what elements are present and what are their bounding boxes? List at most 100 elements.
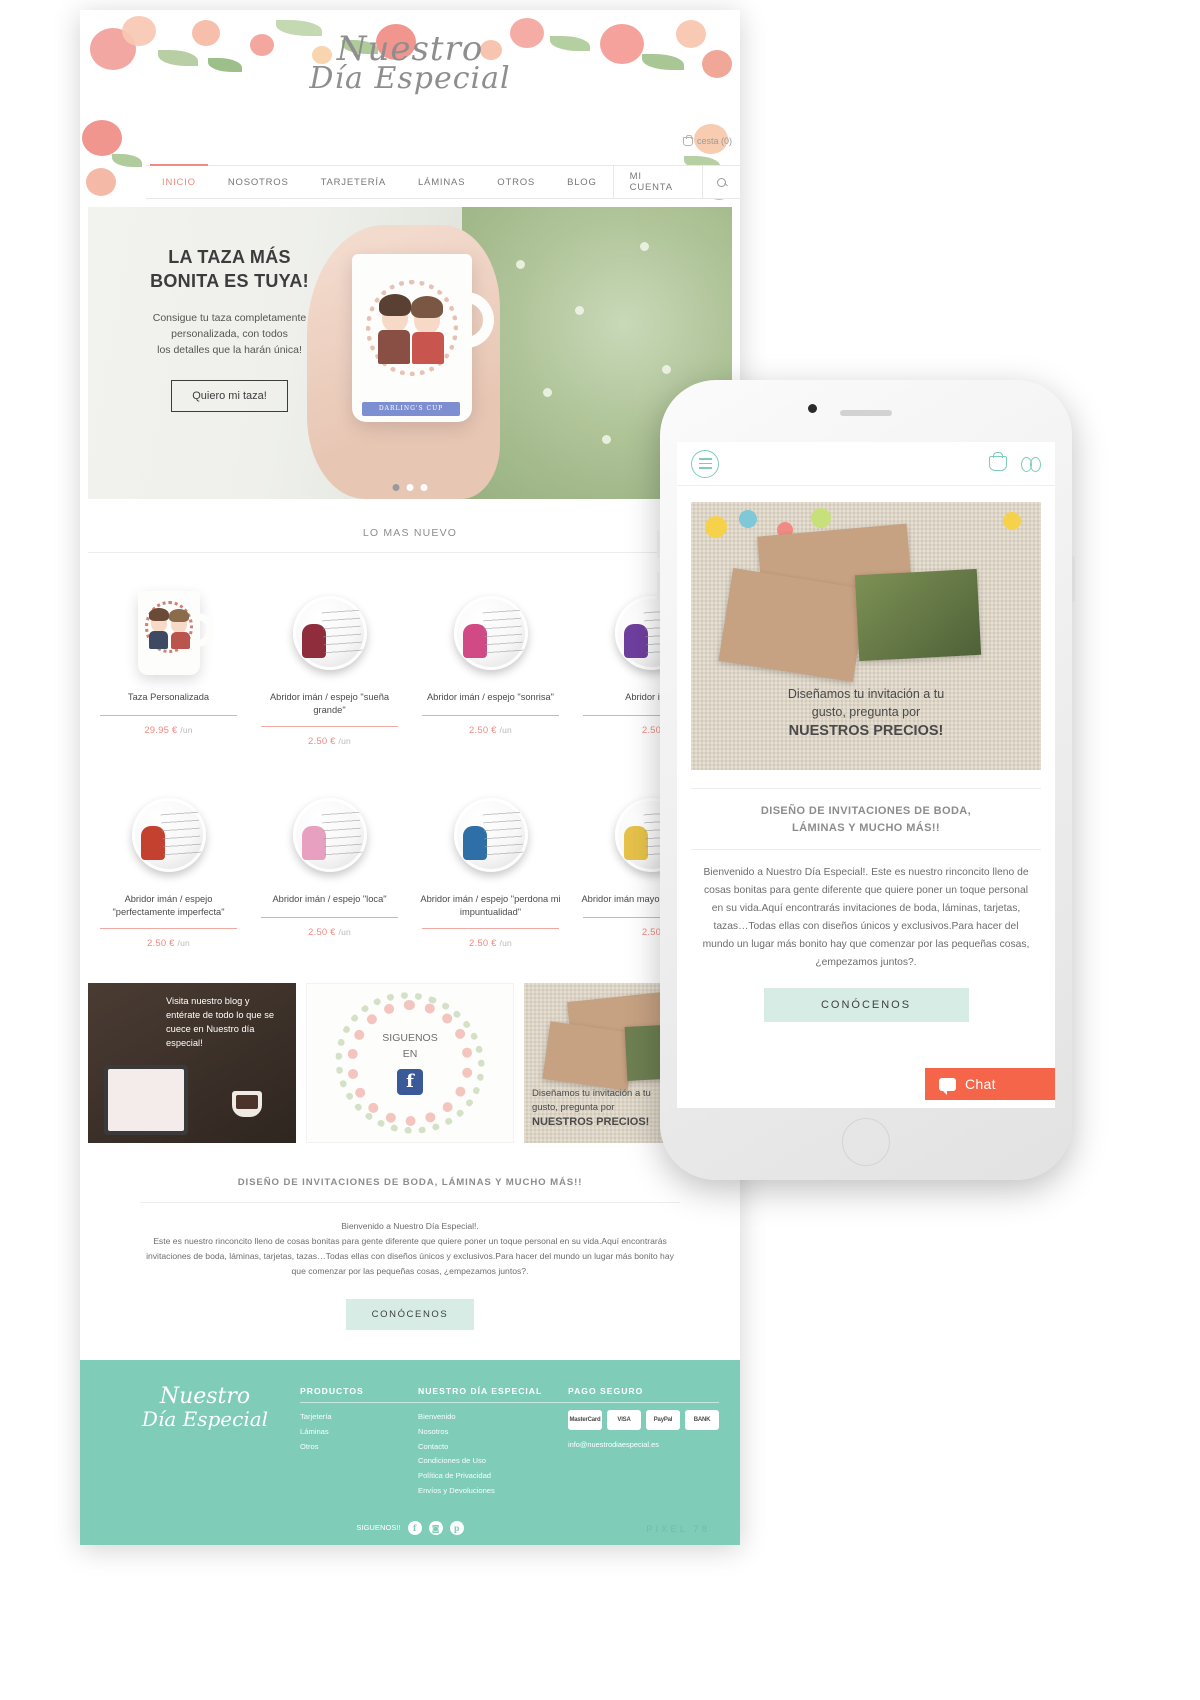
promo-facebook[interactable]: SIGUENOS EN f bbox=[306, 982, 514, 1143]
footer-column-title: PRODUCTOS bbox=[300, 1386, 418, 1403]
slider-dot-3[interactable] bbox=[420, 484, 428, 491]
product-card[interactable]: Abridor imán / espejo "sueña grande" 2.5… bbox=[249, 579, 410, 747]
footer-link[interactable]: Contacto bbox=[418, 1440, 568, 1455]
footer-logo[interactable]: Nuestro Día Especial bbox=[110, 1386, 300, 1499]
follow-line-1: SIGUENOS bbox=[382, 1032, 438, 1045]
basket-icon[interactable] bbox=[989, 452, 1007, 471]
footer-email[interactable]: info@nuestrodiaespecial.es bbox=[568, 1440, 719, 1449]
promo-blog[interactable]: Visita nuestro blog y entérate de todo l… bbox=[88, 982, 296, 1143]
mobile-cta-button[interactable]: CONÓCENOS bbox=[763, 988, 969, 1023]
footer-link[interactable]: Tarjetería bbox=[300, 1410, 418, 1425]
phone-speaker bbox=[840, 410, 892, 416]
product-image bbox=[98, 579, 239, 687]
product-name: Taza Personalizada bbox=[127, 692, 210, 702]
hero-paragraph-line-3: los detalles que la harán única! bbox=[157, 344, 302, 357]
product-price: 2.50 € /un bbox=[259, 918, 400, 938]
site-logo[interactable]: Nuestro Día Especial bbox=[250, 32, 570, 95]
footer-column-title: NUESTRO DÍA ESPECIAL bbox=[418, 1386, 568, 1403]
price-value: 2.50 € bbox=[469, 725, 497, 736]
cart-link[interactable]: cesta (0) bbox=[682, 134, 732, 146]
mobile-hero-banner[interactable]: Diseñamos tu invitación a tu gusto, preg… bbox=[691, 502, 1041, 770]
product-card[interactable]: Abridor imán / espejo "sonrisa" 2.50 € /… bbox=[410, 579, 571, 747]
product-price: 29.95 € /un bbox=[98, 716, 239, 736]
mobile-heading-line-1: DISEÑO DE INVITACIONES DE BODA, bbox=[760, 805, 972, 817]
nav-item-tarjeteria[interactable]: TARJETERÍA bbox=[305, 166, 402, 198]
price-unit: /un bbox=[338, 735, 351, 746]
price-unit: /un bbox=[338, 926, 351, 937]
promo-facebook-text: SIGUENOS EN f bbox=[382, 1031, 438, 1095]
cart-label: cesta (0) bbox=[696, 136, 732, 146]
slider-dot-1[interactable] bbox=[392, 484, 400, 491]
promo-blog-text: Visita nuestro blog y entérate de todo l… bbox=[166, 995, 275, 1048]
nav-item-otros[interactable]: OTROS bbox=[481, 166, 551, 198]
bow-icon[interactable] bbox=[1021, 457, 1041, 472]
footer-link[interactable]: Nosotros bbox=[418, 1425, 568, 1440]
site-header: Nuestro Día Especial cesta (0) bbox=[80, 10, 740, 165]
mobile-heading-line-2: LÁMINAS Y MUCHO MÁS!! bbox=[792, 821, 940, 834]
payment-mastercard: MasterCard bbox=[568, 1410, 602, 1430]
footer-column-nuestro-dia-especial: NUESTRO DÍA ESPECIAL Bienvenido Nosotros… bbox=[418, 1386, 568, 1499]
hero-cta-button[interactable]: Quiero mi taza! bbox=[171, 380, 288, 413]
section-title-lo-mas-nuevo: LO MAS NUEVO bbox=[88, 527, 732, 553]
footer-logo-line-1: Nuestro bbox=[159, 1384, 251, 1409]
payment-bank: BANK bbox=[685, 1410, 719, 1430]
product-name: Abridor imán / espejo "perdona mi impunt… bbox=[420, 893, 561, 918]
payment-paypal: PayPal bbox=[646, 1410, 680, 1430]
footer-logo-line-2: Día Especial bbox=[141, 1407, 269, 1431]
product-card[interactable]: Taza Personalizada 29.95 € /un bbox=[88, 579, 249, 747]
product-card[interactable]: Abridor imán / espejo "loca" 2.50 € /un bbox=[249, 781, 410, 949]
hero-paragraph-line-2: personalizada, con todos bbox=[171, 327, 288, 340]
slider-dot-2[interactable] bbox=[406, 484, 414, 491]
confetti bbox=[811, 508, 831, 528]
facebook-icon[interactable]: f bbox=[397, 1068, 423, 1095]
promo-line-1: Diseñamos tu invitación a tu bbox=[532, 1088, 651, 1100]
footer-link[interactable]: Láminas bbox=[300, 1425, 418, 1440]
hamburger-icon[interactable] bbox=[691, 449, 719, 478]
product-price: 2.50 € /un bbox=[259, 727, 400, 747]
about-cta-button[interactable]: CONÓCENOS bbox=[345, 1299, 475, 1330]
mobile-topbar bbox=[677, 442, 1055, 486]
price-value: 2.50 € bbox=[308, 926, 336, 938]
phone-mockup: Diseñamos tu invitación a tu gusto, preg… bbox=[657, 380, 1075, 1180]
footer-link[interactable]: Otros bbox=[300, 1440, 418, 1455]
nav-item-laminas[interactable]: LÁMINAS bbox=[402, 166, 481, 198]
product-card[interactable]: Abridor imán / espejo "perdona mi impunt… bbox=[410, 781, 571, 949]
footer-credit: PIXEL 78 bbox=[646, 1523, 710, 1535]
footer-link[interactable]: Envíos y Devoluciones bbox=[418, 1484, 568, 1499]
footer-link[interactable]: Bienvenido bbox=[418, 1410, 568, 1425]
footer-link[interactable]: Condiciones de Uso bbox=[418, 1454, 568, 1469]
facebook-icon[interactable]: f bbox=[407, 1520, 422, 1535]
price-value: 2.50 bbox=[641, 926, 662, 938]
price-value: 2.50 € bbox=[469, 937, 497, 949]
chat-icon bbox=[939, 1077, 956, 1095]
mobile-hero-line-2: gusto, pregunta por bbox=[811, 704, 921, 719]
chat-label: Chat bbox=[965, 1076, 996, 1092]
phone-home-button[interactable] bbox=[842, 1118, 890, 1166]
hero-paragraph: Consigue tu taza completamente personali… bbox=[122, 310, 337, 359]
price-unit: /un bbox=[177, 937, 190, 948]
instagram-icon[interactable]: ◙ bbox=[428, 1520, 443, 1535]
nav-search-button[interactable] bbox=[702, 166, 740, 198]
photo-card bbox=[854, 568, 982, 662]
mug-thumbnail bbox=[137, 591, 214, 675]
chat-button[interactable]: Chat bbox=[925, 1068, 1055, 1100]
mug-ribbon-label: DARLING'S CUP bbox=[362, 401, 461, 416]
badge-thumbnail bbox=[453, 797, 528, 872]
hero-banner: DARLING'S CUP LA TAZA MÁS BONITA ES TUYA… bbox=[88, 207, 732, 499]
nav-item-inicio[interactable]: INICIO bbox=[146, 164, 212, 198]
phone-volume-down-button bbox=[657, 572, 660, 600]
pinterest-icon[interactable]: p bbox=[449, 1520, 464, 1535]
confetti bbox=[739, 510, 757, 528]
nav-item-nosotros[interactable]: NOSOTROS bbox=[212, 166, 305, 198]
nav-item-blog[interactable]: BLOG bbox=[551, 166, 613, 198]
search-icon bbox=[717, 177, 726, 187]
product-card[interactable]: Abridor imán / espejo "perfectamente imp… bbox=[88, 781, 249, 949]
footer-column-title: PAGO SEGURO bbox=[568, 1386, 719, 1403]
product-name: Abridor imán / espejo "sonrisa" bbox=[426, 692, 554, 702]
payment-visa: VISA bbox=[607, 1410, 641, 1430]
about-line-2: Este es nuestro rinconcito lleno de cosa… bbox=[146, 1235, 674, 1276]
footer-link[interactable]: Política de Privacidad bbox=[418, 1469, 568, 1484]
badge-thumbnail bbox=[292, 596, 367, 670]
phone-volume-up-button bbox=[657, 530, 660, 558]
nav-item-mi-cuenta[interactable]: MI CUENTA bbox=[612, 166, 702, 198]
